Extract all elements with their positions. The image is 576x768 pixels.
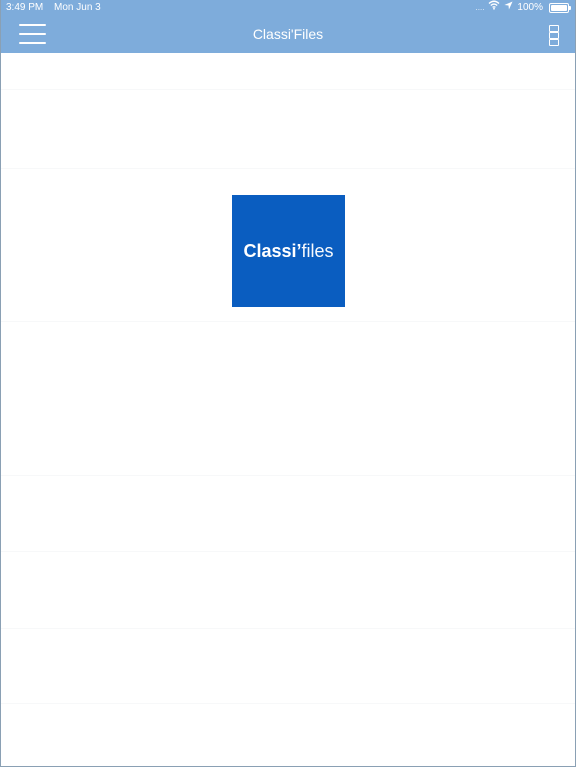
row-divider: [1, 475, 575, 476]
status-left: 3:49 PM Mon Jun 3: [6, 0, 101, 16]
status-date: Mon Jun 3: [54, 2, 101, 13]
more-options-segment: [549, 25, 559, 32]
main-content: Classi’ files: [1, 53, 575, 766]
app-window: 3:49 PM Mon Jun 3 .... 100% Classi'Files…: [0, 0, 576, 767]
status-right: .... 100%: [475, 0, 571, 16]
more-options-icon[interactable]: [549, 25, 559, 46]
logo-text-light: files: [301, 240, 334, 261]
app-logo: Classi’ files: [232, 195, 345, 307]
row-divider: [1, 551, 575, 552]
more-options-segment: [549, 39, 559, 46]
status-time: 3:49 PM: [6, 2, 44, 13]
row-divider: [1, 321, 575, 322]
status-bar: 3:49 PM Mon Jun 3 .... 100%: [1, 0, 575, 16]
page-title: Classi'Files: [252, 26, 324, 42]
battery-icon: [549, 3, 571, 13]
row-divider: [1, 628, 575, 629]
battery-percent: 100%: [517, 2, 543, 13]
row-divider: [1, 703, 575, 704]
row-divider: [1, 89, 575, 90]
top-bar: 3:49 PM Mon Jun 3 .... 100% Classi'Files: [1, 0, 575, 53]
location-arrow-icon: [504, 0, 513, 16]
logo-text-bold: Classi’: [243, 240, 302, 261]
row-divider: [1, 168, 575, 169]
more-options-segment: [549, 32, 559, 39]
signal-icon: ....: [475, 3, 485, 12]
navigation-bar: Classi'Files: [1, 16, 575, 53]
wifi-icon: [488, 0, 500, 16]
